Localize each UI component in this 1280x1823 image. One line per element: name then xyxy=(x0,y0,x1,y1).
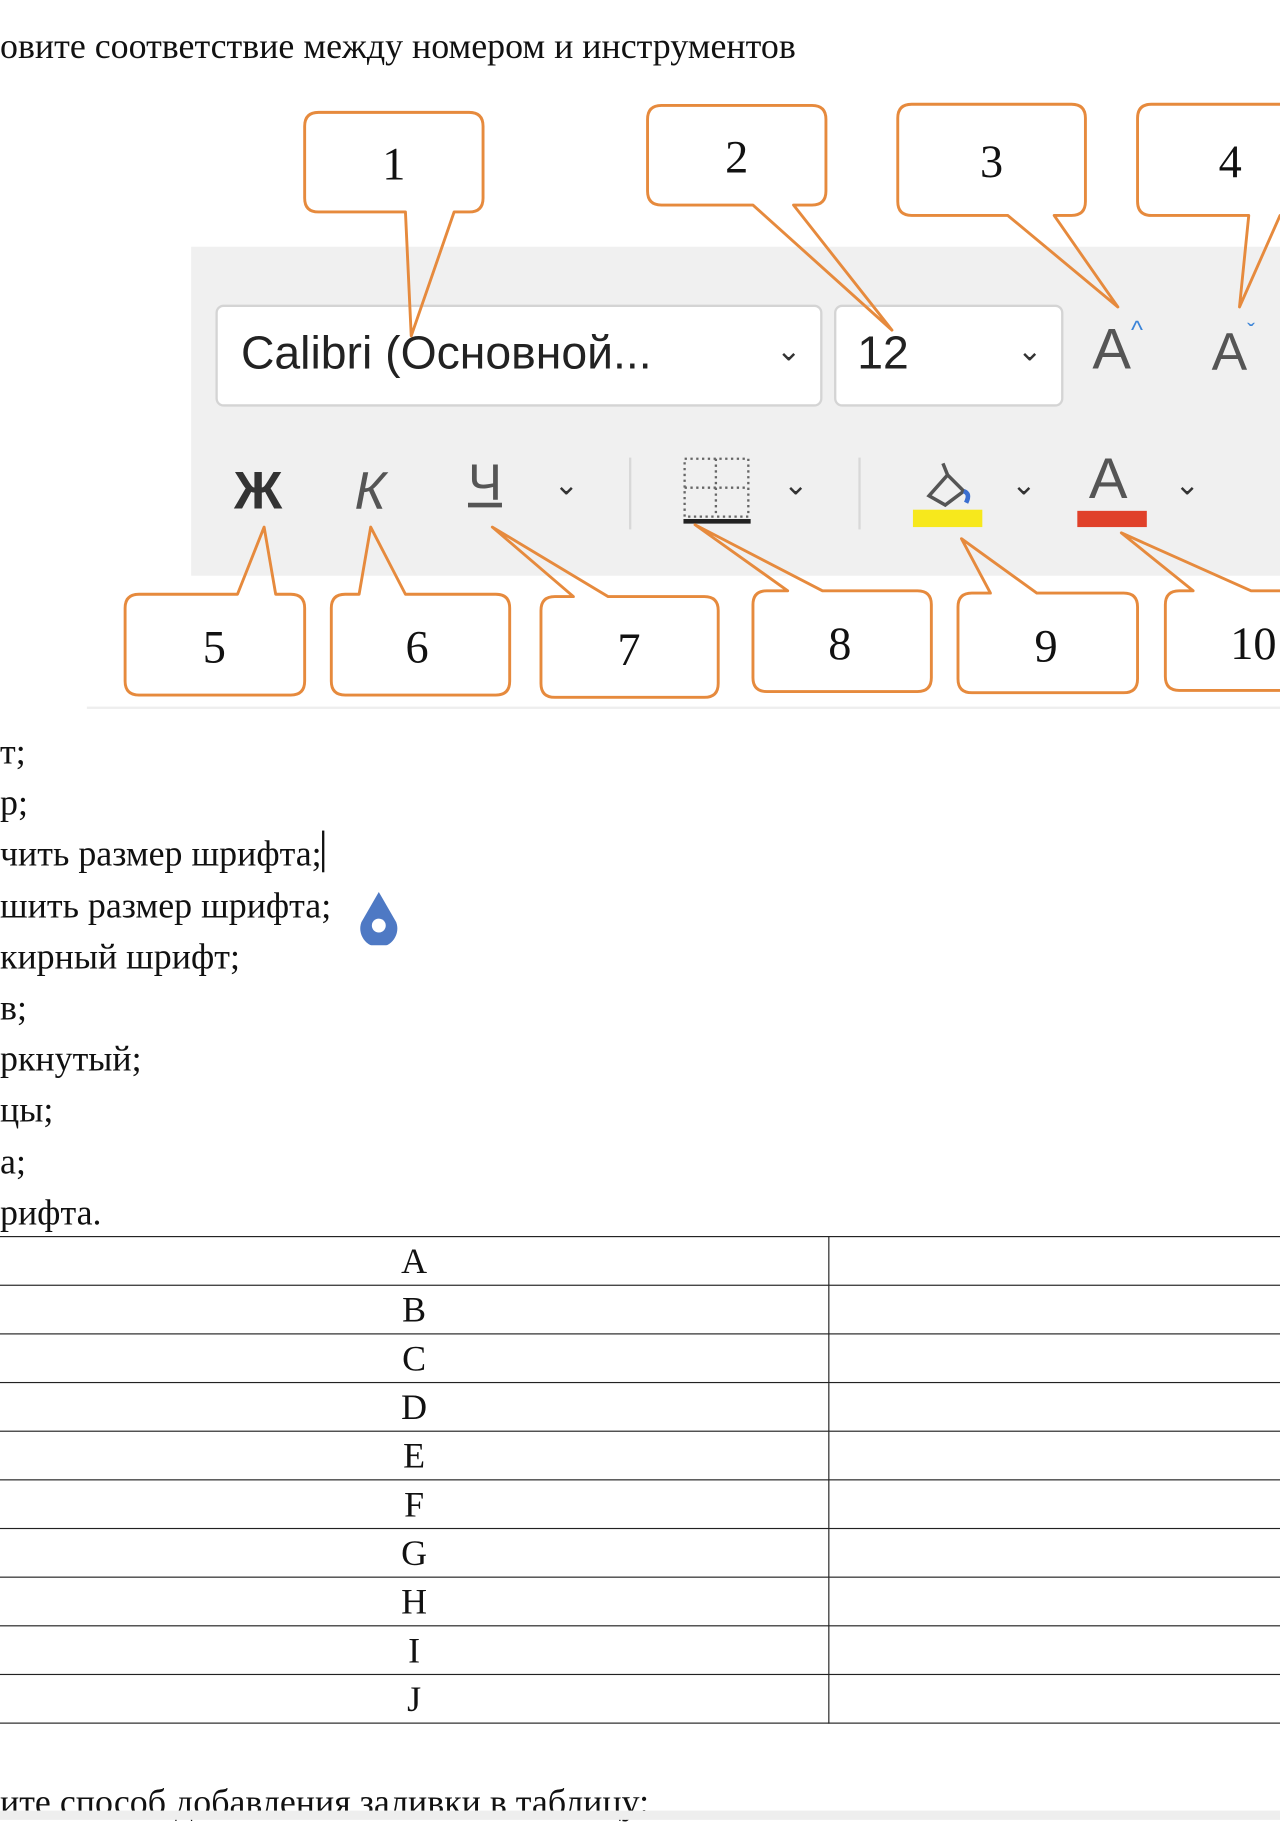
letter-cell: E xyxy=(0,1430,830,1481)
letter-cell: A xyxy=(0,1236,830,1286)
bottom-bar xyxy=(0,1810,1280,1820)
table-row: E xyxy=(0,1430,1280,1481)
answer-cell[interactable] xyxy=(828,1236,1280,1286)
table-row: C xyxy=(0,1333,1280,1384)
callout-label: 8 xyxy=(828,617,852,670)
option-item: ркнутый; xyxy=(0,1038,142,1079)
table-row: F xyxy=(0,1479,1280,1530)
answer-cell[interactable] xyxy=(828,1576,1280,1627)
table-row: H xyxy=(0,1576,1280,1627)
option-item: а; xyxy=(0,1140,26,1182)
selection-handle-icon[interactable] xyxy=(354,890,403,946)
answer-cell[interactable] xyxy=(828,1333,1280,1384)
callout-label: 2 xyxy=(725,130,749,184)
option-item: р; xyxy=(0,782,28,823)
option-item: шить размер шрифта; xyxy=(0,884,332,926)
table-row: D xyxy=(0,1381,1280,1432)
letter-cell: H xyxy=(0,1576,830,1627)
document-page: овите соответствие между номером и инстр… xyxy=(0,0,1280,1822)
answer-cell[interactable] xyxy=(828,1284,1280,1335)
letter-cell: D xyxy=(0,1381,830,1432)
callout-label: 4 xyxy=(1218,135,1242,188)
option-item: рифта. xyxy=(0,1191,102,1233)
option-item: т; xyxy=(0,730,26,772)
letter-cell: C xyxy=(0,1333,830,1384)
callout-bubbles xyxy=(123,102,1280,699)
answer-cell[interactable] xyxy=(828,1625,1280,1676)
callout-label: 7 xyxy=(617,623,641,676)
answer-cell[interactable] xyxy=(828,1381,1280,1432)
option-text: чить размер шрифта; xyxy=(0,833,322,874)
callout-label: 1 xyxy=(382,137,406,190)
table-row: G xyxy=(0,1527,1280,1578)
table-row: B xyxy=(0,1284,1280,1335)
option-item: цы; xyxy=(0,1089,54,1130)
option-item: в; xyxy=(0,986,27,1028)
letter-cell: F xyxy=(0,1479,830,1530)
table-row: A xyxy=(0,1236,1280,1286)
answer-cell[interactable] xyxy=(828,1430,1280,1481)
answer-cell[interactable] xyxy=(828,1527,1280,1578)
callout-label: 5 xyxy=(202,620,226,674)
table-row: J xyxy=(0,1673,1280,1724)
callout-label: 9 xyxy=(1034,619,1058,672)
answer-table: A B C D E F G H I J xyxy=(0,1236,1280,1724)
answer-cell[interactable] xyxy=(828,1479,1280,1530)
options-list: т; р; чить размер шрифта; шить размер шр… xyxy=(0,726,331,1238)
option-item: чить размер шрифта; xyxy=(0,829,331,880)
callout-label: 6 xyxy=(405,620,429,674)
letter-cell: G xyxy=(0,1527,830,1578)
text-cursor xyxy=(321,831,324,873)
callout-label: 3 xyxy=(980,135,1004,188)
letter-cell: J xyxy=(0,1673,830,1724)
callout-label: 10 xyxy=(1230,617,1277,670)
answer-cell[interactable] xyxy=(828,1673,1280,1724)
letter-cell: I xyxy=(0,1625,830,1676)
table-row: I xyxy=(0,1625,1280,1676)
option-item: кирный шрифт; xyxy=(0,935,240,977)
letter-cell: B xyxy=(0,1284,830,1335)
